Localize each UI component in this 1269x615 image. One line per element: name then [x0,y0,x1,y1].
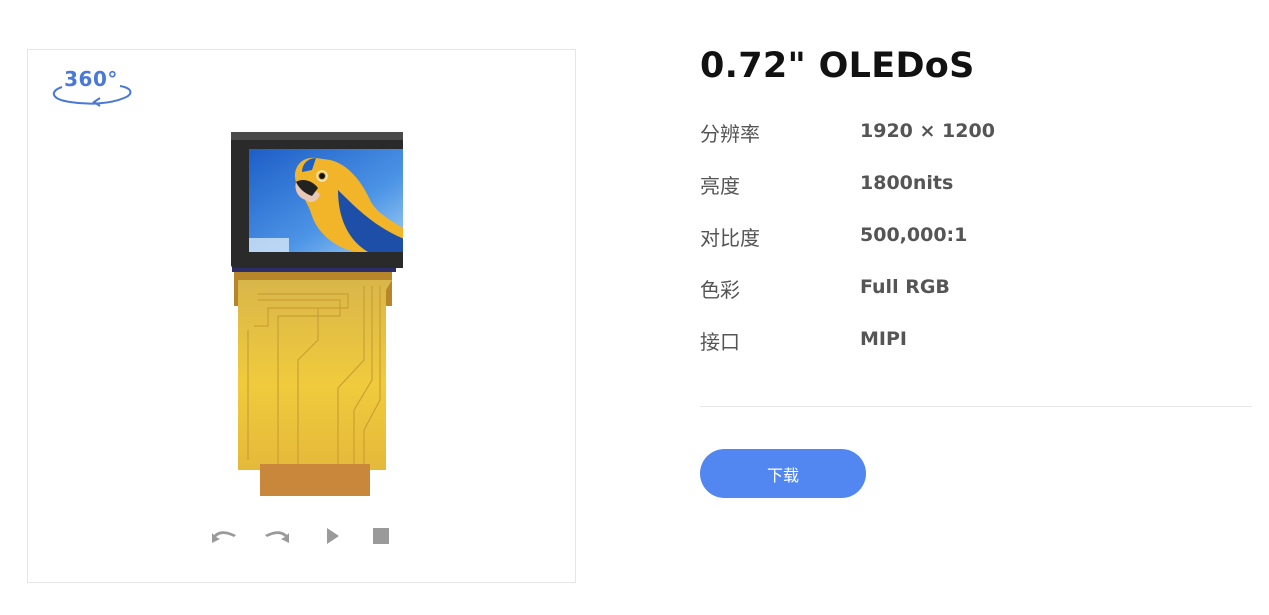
spec-value: MIPI [860,328,907,350]
stop-button[interactable] [366,524,396,548]
spec-row-interface: 接口 MIPI [700,326,1220,354]
download-button[interactable]: 下载 [700,449,866,498]
badge-360-label: 360° [64,67,118,91]
spec-value: Full RGB [860,276,950,298]
rotate-360-icon: 360° [48,67,134,107]
spec-value: 1920 × 1200 [860,120,995,142]
spec-key: 亮度 [700,174,740,198]
rotate-right-button[interactable] [263,524,293,548]
spec-key: 色彩 [700,278,740,302]
product-360-viewer[interactable]: 360° [27,49,576,583]
rotate-right-icon [265,531,289,543]
spec-value: 1800nits [860,172,954,194]
divider [700,406,1252,407]
viewer-controls [208,524,408,548]
spec-key: 分辨率 [700,122,760,146]
spec-row-color: 色彩 Full RGB [700,274,1220,302]
spec-row-contrast: 对比度 500,000:1 [700,222,1220,250]
spec-key: 接口 [700,330,740,354]
stop-icon [373,528,389,544]
rotate-left-button[interactable] [208,524,238,548]
rotate-left-icon [212,531,236,543]
oled-module-image [198,130,429,500]
spec-row-brightness: 亮度 1800nits [700,170,1220,198]
play-icon [327,528,339,544]
spec-row-resolution: 分辨率 1920 × 1200 [700,118,1220,146]
spec-key: 对比度 [700,226,760,250]
play-button[interactable] [318,524,348,548]
spec-value: 500,000:1 [860,224,968,246]
product-title: 0.72" OLEDoS [700,46,975,86]
